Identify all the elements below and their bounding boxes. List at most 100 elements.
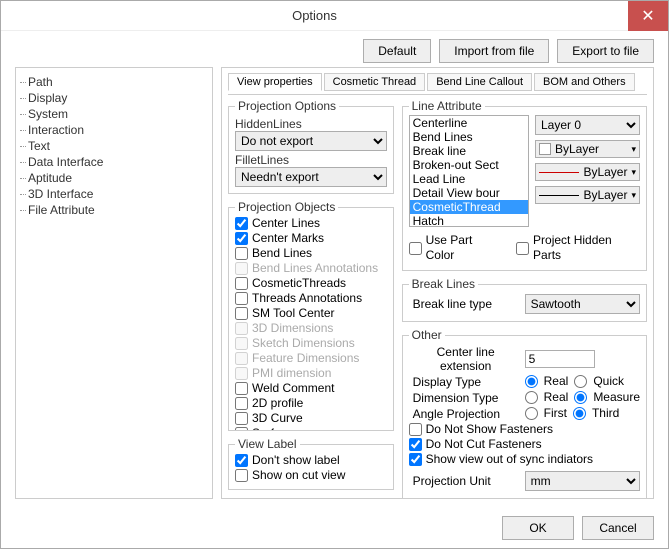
chevron-down-icon: ▾ [631, 190, 636, 201]
tree-item-file-attribute[interactable]: File Attribute [20, 202, 208, 218]
list-item[interactable]: CosmeticThread [410, 200, 528, 214]
lineweight-preview-icon [539, 195, 579, 196]
obj-label: SM Tool Center [252, 306, 334, 321]
tree-item-display[interactable]: Display [20, 90, 208, 106]
line-attribute-group: Line Attribute CenterlineBend LinesBreak… [402, 99, 647, 271]
obj-sketch-dimensions-checkbox [235, 337, 248, 350]
view-label-group: View Label Don't show label Show on cut … [228, 437, 394, 490]
tab-cosmetic-thread[interactable]: Cosmetic Thread [324, 73, 426, 91]
use-part-color-checkbox[interactable] [409, 242, 422, 255]
dimension-real-radio[interactable] [525, 391, 538, 404]
obj-label: Center Lines [252, 216, 320, 231]
break-line-type-select[interactable]: Sawtooth [525, 294, 640, 314]
obj-pmi-dimension-checkbox [235, 367, 248, 380]
break-line-type-label: Break line type [409, 297, 519, 311]
projection-objects-legend: Projection Objects [235, 200, 338, 214]
view-label-legend: View Label [235, 437, 300, 451]
obj-label: Bend Lines Annotations [252, 261, 378, 276]
obj-label: Sketch Dimensions [252, 336, 355, 351]
no-show-fasteners-checkbox[interactable] [409, 423, 422, 436]
center-line-ext-input[interactable] [525, 350, 595, 368]
projection-unit-select[interactable]: mm [525, 471, 640, 491]
obj-label: Feature Dimensions [252, 351, 359, 366]
obj-sm-tool-center-checkbox[interactable] [235, 307, 248, 320]
project-hidden-parts-checkbox[interactable] [516, 242, 529, 255]
obj-cosmeticthreads-checkbox[interactable] [235, 277, 248, 290]
obj-bend-lines-checkbox[interactable] [235, 247, 248, 260]
show-sync-label: Show view out of sync indiators [426, 452, 593, 467]
display-quick-radio[interactable] [574, 375, 587, 388]
dont-show-label-checkbox[interactable] [235, 454, 248, 467]
tree-item-interaction[interactable]: Interaction [20, 122, 208, 138]
window-title: Options [1, 8, 628, 23]
list-item[interactable]: Bend Lines [410, 130, 528, 144]
close-button[interactable]: ✕ [628, 1, 668, 31]
tab-bend-line-callout[interactable]: Bend Line Callout [427, 73, 532, 91]
obj-3d-curve-checkbox[interactable] [235, 412, 248, 425]
obj-label: Weld Comment [252, 381, 334, 396]
obj-surface-checkbox[interactable] [235, 427, 248, 431]
default-button[interactable]: Default [363, 39, 431, 63]
obj-center-lines-checkbox[interactable] [235, 217, 248, 230]
dimension-measure-radio[interactable] [574, 391, 587, 404]
obj-label: Threads Annotations [252, 291, 362, 306]
export-button[interactable]: Export to file [557, 39, 654, 63]
list-item[interactable]: Detail View bour [410, 186, 528, 200]
lineweight-select[interactable]: ByLayer▾ [535, 186, 640, 204]
no-cut-fasteners-checkbox[interactable] [409, 438, 422, 451]
layer-select[interactable]: Layer 0 [535, 115, 640, 135]
filletlines-select[interactable]: Needn't export [235, 167, 387, 187]
list-item[interactable]: Break line [410, 144, 528, 158]
tree-item-aptitude[interactable]: Aptitude [20, 170, 208, 186]
category-tree[interactable]: PathDisplaySystemInteractionTextData Int… [15, 67, 213, 499]
projection-objects-group: Projection Objects Center LinesCenter Ma… [228, 200, 394, 431]
projection-options-legend: Projection Options [235, 99, 339, 113]
import-button[interactable]: Import from file [439, 39, 549, 63]
linetype-preview-icon [539, 172, 579, 173]
list-item[interactable]: Hatch [410, 214, 528, 227]
line-attribute-legend: Line Attribute [409, 99, 485, 113]
obj-feature-dimensions-checkbox [235, 352, 248, 365]
obj-label: 3D Curve [252, 411, 303, 426]
angle-third-radio[interactable] [573, 407, 586, 420]
projection-unit-label: Projection Unit [409, 474, 519, 488]
show-on-cut-text: Show on cut view [252, 468, 345, 483]
list-item[interactable]: Lead Line [410, 172, 528, 186]
obj-label: Center Marks [252, 231, 324, 246]
display-real-radio[interactable] [525, 375, 538, 388]
obj-center-marks-checkbox[interactable] [235, 232, 248, 245]
list-item[interactable]: Broken-out Sect [410, 158, 528, 172]
angle-first-radio[interactable] [525, 407, 538, 420]
project-hidden-parts-label: Project Hidden Parts [533, 233, 640, 263]
list-item[interactable]: Centerline [410, 116, 528, 130]
cancel-button[interactable]: Cancel [582, 516, 654, 540]
tree-item-3d-interface[interactable]: 3D Interface [20, 186, 208, 202]
obj-weld-comment-checkbox[interactable] [235, 382, 248, 395]
tree-item-data-interface[interactable]: Data Interface [20, 154, 208, 170]
tab-bom-and-others[interactable]: BOM and Others [534, 73, 635, 91]
linetype-select[interactable]: ByLayer▾ [535, 163, 640, 181]
no-show-fasteners-label: Do Not Show Fasteners [426, 422, 553, 437]
other-legend: Other [409, 328, 445, 342]
projection-options-group: Projection Options HiddenLines Do not ex… [228, 99, 394, 194]
filletlines-label: FilletLines [235, 153, 387, 167]
use-part-color-label: Use Part Color [426, 233, 502, 263]
tree-item-path[interactable]: Path [20, 74, 208, 90]
color-select[interactable]: ByLayer▾ [535, 140, 640, 158]
break-lines-legend: Break Lines [409, 277, 478, 291]
chevron-down-icon: ▾ [631, 167, 636, 178]
show-on-cut-checkbox[interactable] [235, 469, 248, 482]
tab-view-properties[interactable]: View properties [228, 73, 322, 91]
show-sync-checkbox[interactable] [409, 453, 422, 466]
chevron-down-icon: ▾ [631, 144, 636, 155]
dimension-type-label: Dimension Type [409, 391, 519, 405]
hiddenlines-select[interactable]: Do not export [235, 131, 387, 151]
ok-button[interactable]: OK [502, 516, 574, 540]
obj-2d-profile-checkbox[interactable] [235, 397, 248, 410]
tree-item-system[interactable]: System [20, 106, 208, 122]
line-attribute-listbox[interactable]: CenterlineBend LinesBreak lineBroken-out… [409, 115, 529, 227]
obj-threads-annotations-checkbox[interactable] [235, 292, 248, 305]
tree-item-text[interactable]: Text [20, 138, 208, 154]
obj-label: Bend Lines [252, 246, 312, 261]
color-swatch-icon [539, 143, 551, 155]
